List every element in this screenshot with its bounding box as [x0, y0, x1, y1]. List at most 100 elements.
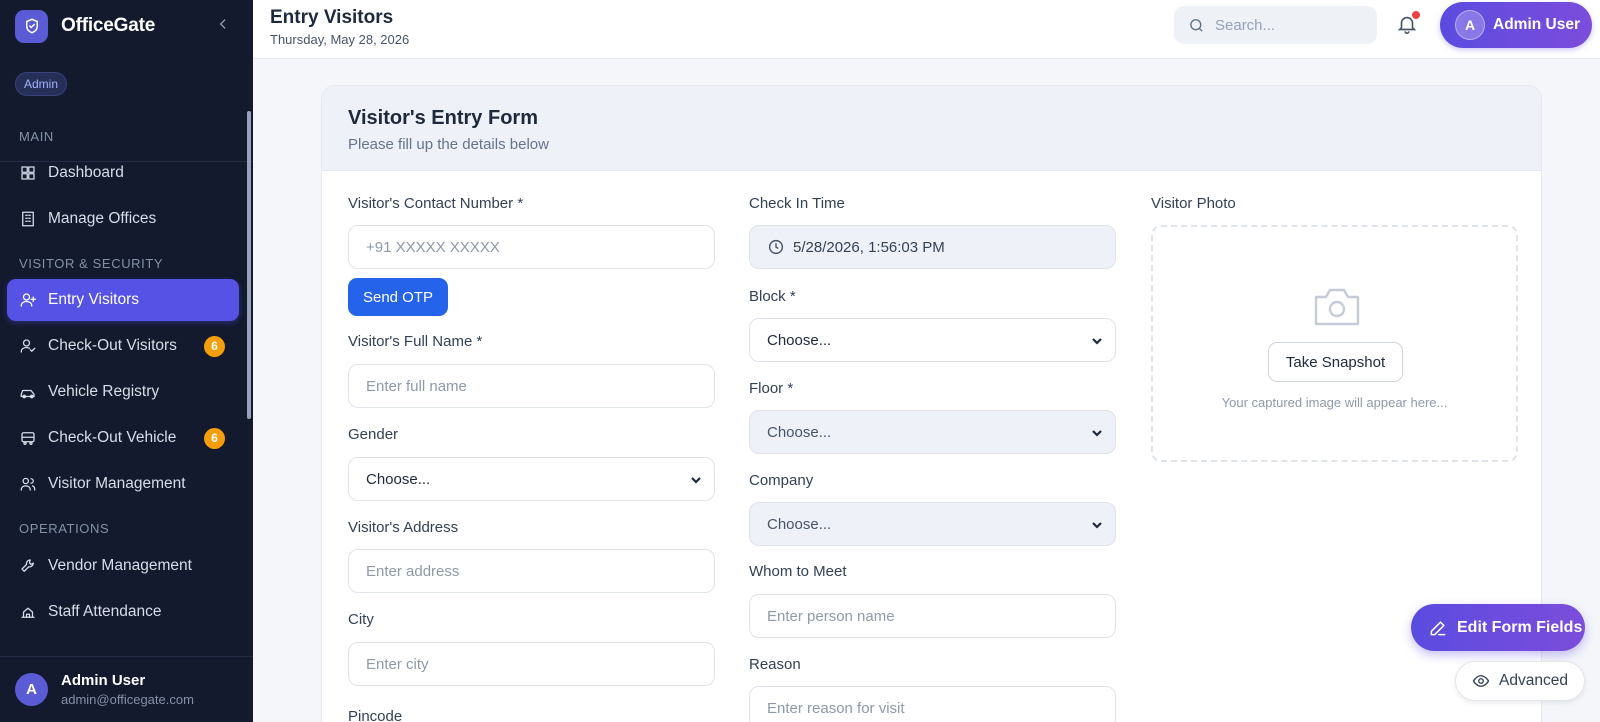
- reason-label: Reason: [749, 656, 801, 673]
- floor-select[interactable]: Choose...: [749, 410, 1116, 454]
- whom-to-meet-input[interactable]: [749, 594, 1116, 638]
- visitor-photo-label: Visitor Photo: [1151, 195, 1236, 212]
- sidebar-user-profile[interactable]: A Admin User admin@officegate.com: [0, 656, 253, 722]
- chevron-down-icon: [690, 473, 702, 485]
- header-user-name: Admin User: [1493, 16, 1580, 33]
- check-in-time-label: Check In Time: [749, 195, 845, 212]
- floor-label: Floor *: [749, 380, 794, 397]
- address-label: Visitor's Address: [348, 519, 459, 536]
- section-label-operations: OPERATIONS: [19, 521, 110, 536]
- chevron-down-icon: [1091, 334, 1103, 346]
- sidebar-item-manage-offices[interactable]: Manage Offices: [7, 198, 239, 240]
- block-select[interactable]: Choose...: [749, 318, 1116, 362]
- sidebar-user-name: Admin User: [61, 672, 146, 689]
- sidebar-item-checkout-visitors[interactable]: Check-Out Visitors 6: [7, 325, 239, 367]
- chevron-down-icon: [1091, 518, 1103, 530]
- block-label: Block *: [749, 288, 796, 305]
- sidebar-item-visitor-management[interactable]: Visitor Management: [7, 463, 239, 505]
- sidebar: OfficeGate Admin MAIN Dashboard Manage O…: [0, 0, 253, 722]
- sidebar-item-staff-attendance[interactable]: Staff Attendance: [7, 591, 239, 633]
- user-menu-button[interactable]: A Admin User: [1440, 2, 1592, 48]
- wrench-icon: [21, 559, 34, 572]
- contact-number-label: Visitor's Contact Number *: [348, 195, 524, 212]
- sidebar-item-dashboard[interactable]: Dashboard: [7, 152, 239, 194]
- pincode-label: Pincode: [348, 708, 403, 722]
- visitor-entry-form: Visitor's Entry Form Please fill up the …: [321, 85, 1542, 722]
- collapse-sidebar-icon[interactable]: [216, 17, 230, 36]
- notification-dot: [1412, 11, 1420, 19]
- car-icon: [20, 389, 35, 399]
- floor-select-value: Choose...: [767, 423, 832, 441]
- sidebar-item-label: Manage Offices: [48, 210, 157, 227]
- user-plus-icon: [20, 293, 37, 307]
- sidebar-item-label: Staff Attendance: [48, 603, 162, 620]
- sidebar-item-label: Check-Out Vehicle: [48, 429, 177, 446]
- eye-icon: [1472, 675, 1490, 687]
- sidebar-item-label: Check-Out Visitors: [48, 337, 177, 354]
- city-label: City: [348, 611, 374, 628]
- bus-icon: [21, 432, 35, 445]
- sidebar-user-email: admin@officegate.com: [61, 692, 194, 707]
- sidebar-scrollbar[interactable]: [247, 111, 251, 419]
- camera-icon: [1312, 283, 1362, 329]
- edit-form-fields-label: Edit Form Fields: [1457, 618, 1583, 636]
- city-input[interactable]: [348, 642, 715, 686]
- shield-logo-icon: [15, 9, 48, 43]
- check-in-time-field: 5/28/2026, 1:56:03 PM: [749, 225, 1116, 269]
- check-in-time-value: 5/28/2026, 1:56:03 PM: [793, 238, 945, 256]
- form-title: Visitor's Entry Form: [348, 107, 538, 129]
- brand: OfficeGate: [0, 0, 253, 52]
- search-input[interactable]: [1215, 16, 1365, 34]
- send-otp-button[interactable]: Send OTP: [348, 278, 448, 316]
- reason-input[interactable]: [749, 686, 1116, 722]
- brand-name: OfficeGate: [61, 15, 156, 36]
- gender-select-value: Choose...: [366, 470, 431, 488]
- gender-select[interactable]: Choose...: [348, 457, 715, 501]
- sidebar-item-checkout-vehicle[interactable]: Check-Out Vehicle 6: [7, 417, 239, 459]
- address-input[interactable]: [348, 549, 715, 593]
- users-icon: [20, 477, 36, 491]
- advanced-button[interactable]: Advanced: [1455, 661, 1585, 701]
- sidebar-item-label: Vehicle Registry: [48, 383, 160, 400]
- company-select-value: Choose...: [767, 515, 832, 533]
- contact-number-input[interactable]: [348, 225, 715, 269]
- clock-icon: [768, 239, 784, 255]
- page-date: Thursday, May 28, 2026: [270, 32, 410, 47]
- company-select[interactable]: Choose...: [749, 502, 1116, 546]
- form-subtitle: Please fill up the details below: [348, 136, 549, 153]
- sidebar-item-vehicle-registry[interactable]: Vehicle Registry: [7, 371, 239, 413]
- photo-hint: Your captured image will appear here...: [1221, 395, 1448, 410]
- sidebar-item-vendor-management[interactable]: Vendor Management: [7, 545, 239, 587]
- company-label: Company: [749, 472, 814, 489]
- sidebar-item-entry-visitors[interactable]: Entry Visitors: [7, 279, 239, 321]
- pencil-icon: [1430, 620, 1446, 635]
- photo-capture-area: Take Snapshot Your captured image will a…: [1151, 225, 1518, 462]
- attendance-icon: [21, 607, 35, 618]
- edit-form-fields-button[interactable]: Edit Form Fields: [1411, 604, 1585, 651]
- count-badge: 6: [204, 427, 225, 449]
- gender-label: Gender: [348, 426, 399, 443]
- dashboard-icon: [21, 166, 35, 180]
- form-header: Visitor's Entry Form Please fill up the …: [322, 86, 1541, 171]
- block-select-value: Choose...: [767, 331, 832, 349]
- search-icon: [1190, 18, 1203, 32]
- avatar: A: [1455, 10, 1485, 40]
- section-label-visitor-security: VISITOR & SECURITY: [19, 256, 164, 271]
- sidebar-item-label: Visitor Management: [48, 475, 186, 492]
- full-name-input[interactable]: [348, 364, 715, 408]
- top-header: Entry Visitors Thursday, May 28, 2026 A …: [253, 0, 1600, 59]
- sidebar-item-label: Dashboard: [48, 164, 124, 181]
- avatar: A: [15, 673, 48, 706]
- sidebar-item-label: Vendor Management: [48, 557, 192, 574]
- take-snapshot-button[interactable]: Take Snapshot: [1268, 342, 1403, 382]
- search-box[interactable]: [1174, 6, 1377, 44]
- role-badge: Admin: [15, 72, 68, 96]
- chevron-down-icon: [1091, 426, 1103, 438]
- sidebar-nav: MAIN Dashboard Manage Offices VISITOR & …: [0, 111, 253, 656]
- page-title: Entry Visitors: [270, 7, 394, 28]
- sidebar-item-label: Entry Visitors: [48, 291, 140, 308]
- notifications-button[interactable]: [1396, 11, 1420, 37]
- user-check-icon: [20, 339, 36, 353]
- full-name-label: Visitor's Full Name *: [348, 333, 483, 350]
- section-label-main: MAIN: [19, 129, 54, 144]
